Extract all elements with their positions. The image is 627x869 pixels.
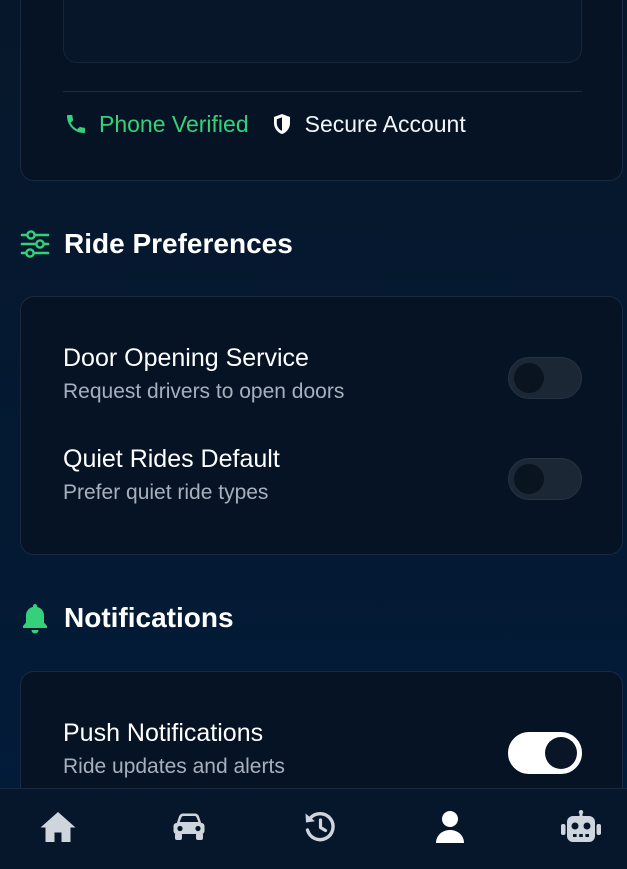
setting-title: Quiet Rides Default <box>63 445 280 473</box>
secure-account-badge: Secure Account <box>269 111 466 138</box>
door-opening-service-row: Door Opening Service Request drivers to … <box>63 343 582 423</box>
quiet-rides-default-toggle[interactable] <box>508 458 582 500</box>
ride-preferences-header: Ride Preferences <box>18 227 293 261</box>
user-icon <box>435 810 465 849</box>
divider <box>63 91 582 92</box>
profile-screen: Phone Verified Secure Account Ride Prefe… <box>0 0 627 869</box>
phone-icon <box>63 111 89 137</box>
bell-icon <box>18 601 52 635</box>
setting-subtitle: Ride updates and alerts <box>63 755 285 778</box>
setting-title: Door Opening Service <box>63 344 309 372</box>
nav-history-button[interactable] <box>298 807 342 851</box>
nav-assistant-button[interactable] <box>559 807 603 851</box>
secure-account-label: Secure Account <box>304 110 466 137</box>
shield-icon <box>269 111 295 137</box>
car-icon <box>172 812 206 847</box>
door-opening-service-toggle[interactable] <box>508 357 582 399</box>
toggle-knob <box>514 464 544 494</box>
verification-badges: Phone Verified Secure Account <box>63 107 486 141</box>
setting-subtitle: Request drivers to open doors <box>63 380 345 403</box>
toggle-knob <box>514 363 544 393</box>
robot-icon <box>560 809 602 849</box>
sliders-icon <box>18 227 52 261</box>
quiet-rides-default-row: Quiet Rides Default Prefer quiet ride ty… <box>63 444 582 524</box>
notifications-title: Notifications <box>64 602 234 633</box>
notifications-header: Notifications <box>18 601 234 635</box>
nav-rides-button[interactable] <box>167 807 211 851</box>
home-icon <box>39 810 77 849</box>
ride-preferences-title: Ride Preferences <box>64 228 293 259</box>
setting-subtitle: Prefer quiet ride types <box>63 481 269 504</box>
setting-title: Push Notifications <box>63 719 264 747</box>
account-card: Phone Verified Secure Account <box>20 0 623 181</box>
push-notifications-toggle[interactable] <box>508 732 582 774</box>
toggle-knob <box>545 737 577 769</box>
account-info-box <box>63 0 582 63</box>
bottom-navigation <box>0 788 627 869</box>
nav-profile-button[interactable] <box>428 807 472 851</box>
push-notifications-row: Push Notifications Ride updates and aler… <box>63 718 582 798</box>
ride-preferences-card: Door Opening Service Request drivers to … <box>20 296 623 555</box>
phone-verified-badge: Phone Verified <box>63 111 249 138</box>
history-icon <box>303 810 337 849</box>
nav-home-button[interactable] <box>36 807 80 851</box>
phone-verified-label: Phone Verified <box>99 110 249 137</box>
